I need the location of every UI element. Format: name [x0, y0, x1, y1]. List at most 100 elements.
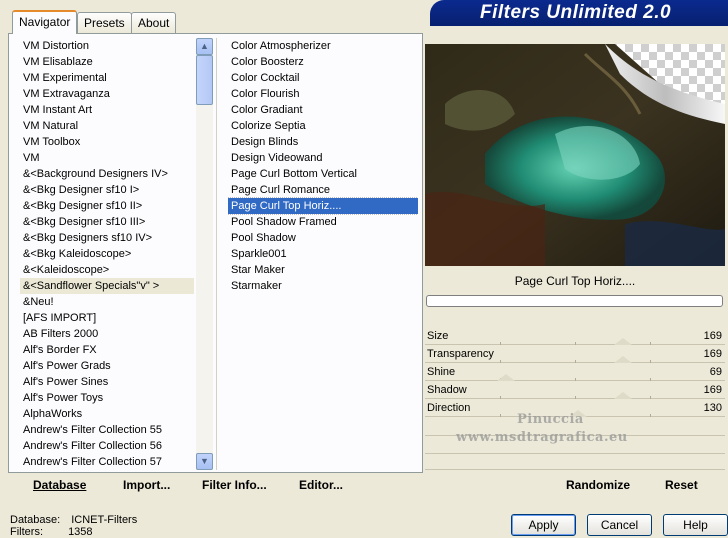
filter-info-button-label: Filter Info...	[202, 478, 267, 492]
category-item[interactable]: Andrew's Filter Collection 56	[20, 438, 194, 454]
category-item[interactable]: AB Filters 2000	[20, 326, 194, 342]
category-item[interactable]: [AFS IMPORT]	[20, 310, 194, 326]
database-button[interactable]: Database	[33, 478, 86, 492]
category-item[interactable]: VM Extravaganza	[20, 86, 194, 102]
editor-button[interactable]: Editor...	[299, 478, 343, 492]
slider-label: Direction	[427, 402, 471, 414]
category-item[interactable]: Andrew's Filter Collection 57	[20, 454, 194, 470]
status-filters: Filters: 1358	[10, 526, 93, 538]
filter-item[interactable]: Color Flourish	[228, 86, 418, 102]
watermark-line1: Pinuccia	[517, 412, 584, 427]
filter-info-button[interactable]: Filter Info...	[202, 478, 267, 492]
slider-label: Shine	[427, 366, 456, 378]
status-database-value: ICNET-Filters	[71, 514, 138, 526]
tab-presets[interactable]: Presets	[77, 12, 132, 33]
slider-shine[interactable]: Shine 69	[425, 363, 725, 381]
slider-value: 169	[703, 330, 722, 342]
preview-artwork	[425, 44, 725, 266]
filter-item[interactable]: Design Videowand	[228, 150, 418, 166]
category-item[interactable]: Alf's Power Toys	[20, 390, 194, 406]
slider-label: Shadow	[427, 384, 467, 396]
chevron-down-icon: ▼	[200, 456, 209, 466]
category-item[interactable]: &Neu!	[20, 294, 194, 310]
category-item[interactable]: VM Instant Art	[20, 102, 194, 118]
filter-item[interactable]: Pool Shadow	[228, 230, 418, 246]
help-button[interactable]: Help	[663, 514, 728, 536]
slider-label: Size	[427, 330, 449, 342]
category-item[interactable]: &<Kaleidoscope>	[20, 262, 194, 278]
filter-item[interactable]: Design Blinds	[228, 134, 418, 150]
slider-tick	[650, 414, 651, 417]
filter-item[interactable]: Color Atmospherizer	[228, 38, 418, 54]
slider-label: Transparency	[427, 348, 494, 360]
empty-slider-line	[425, 453, 725, 454]
cancel-button[interactable]: Cancel	[587, 514, 652, 536]
category-item[interactable]: &<Background Designers IV>	[20, 166, 194, 182]
tab-about[interactable]: About	[131, 12, 177, 33]
category-item[interactable]: VM Toolbox	[20, 134, 194, 150]
app-title: Filters Unlimited 2.0	[480, 2, 672, 23]
category-item[interactable]: &<Bkg Designer sf10 III>	[20, 214, 194, 230]
category-item[interactable]: &<Bkg Designer sf10 I>	[20, 182, 194, 198]
filter-item[interactable]: Color Gradiant	[228, 102, 418, 118]
category-item[interactable]: Alf's Power Sines	[20, 374, 194, 390]
category-item[interactable]: Andrew's Filter Collection 55	[20, 422, 194, 438]
reset-button[interactable]: Reset	[665, 478, 698, 492]
category-item[interactable]: VM Experimental	[20, 70, 194, 86]
slider-value: 69	[709, 366, 722, 378]
filter-item[interactable]: Page Curl Romance	[228, 182, 418, 198]
category-scrollbar[interactable]: ▲ ▼	[196, 38, 213, 470]
app-title-banner: Filters Unlimited 2.0	[430, 0, 728, 26]
filter-item[interactable]: Page Curl Top Horiz....	[228, 197, 418, 215]
tab-navigator[interactable]: Navigator	[12, 10, 78, 34]
progress-bar	[426, 295, 723, 307]
filter-preview-image	[425, 44, 725, 266]
slider-thumb[interactable]	[614, 356, 632, 363]
slider-size[interactable]: Size 169	[425, 327, 725, 345]
scroll-thumb[interactable]	[196, 55, 213, 105]
category-item[interactable]: &<Bkg Designers sf10 IV>	[20, 230, 194, 246]
category-item[interactable]: VM Distortion	[20, 38, 194, 54]
chevron-up-icon: ▲	[200, 41, 209, 51]
filter-item[interactable]: Sparkle001	[228, 246, 418, 262]
filter-item[interactable]: Color Boosterz	[228, 54, 418, 70]
empty-slider-line	[425, 469, 725, 470]
help-button-label: Help	[683, 518, 708, 532]
import-button[interactable]: Import...	[123, 478, 170, 492]
category-item[interactable]: VM	[20, 150, 194, 166]
scroll-down-button[interactable]: ▼	[196, 453, 213, 470]
slider-shadow[interactable]: Shadow 169	[425, 381, 725, 399]
category-item[interactable]: VM Elisablaze	[20, 54, 194, 70]
slider-tick	[500, 414, 501, 417]
slider-transparency[interactable]: Transparency 169	[425, 345, 725, 363]
tab-navigator-label: Navigator	[19, 15, 71, 29]
category-item[interactable]: AlphaWorks	[20, 406, 194, 422]
category-item[interactable]: &<Sandflower Specials"v" >	[20, 278, 194, 294]
category-item[interactable]: Alf's Power Grads	[20, 358, 194, 374]
randomize-button[interactable]: Randomize	[566, 478, 630, 492]
apply-button[interactable]: Apply	[511, 514, 576, 536]
watermark-line2: www.msdtragrafica.eu	[456, 430, 628, 445]
status-filters-value: 1358	[68, 526, 93, 538]
slider-thumb[interactable]	[614, 392, 632, 399]
filter-list[interactable]: Color Atmospherizer Color Boosterz Color C…	[228, 38, 418, 470]
scroll-up-button[interactable]: ▲	[196, 38, 213, 55]
category-item[interactable]: &<Bkg Designer sf10 II>	[20, 198, 194, 214]
filter-item[interactable]: Colorize Septia	[228, 118, 418, 134]
import-button-label: Import...	[123, 478, 171, 492]
category-list[interactable]: VM Distortion VM Elisablaze VM Experimenta…	[20, 38, 194, 470]
selected-filter-name: Page Curl Top Horiz....	[514, 274, 636, 288]
filter-item[interactable]: Page Curl Bottom Vertical	[228, 166, 418, 182]
filter-item[interactable]: Pool Shadow Framed	[228, 214, 418, 230]
filter-item[interactable]: Star Maker	[228, 262, 418, 278]
filter-item[interactable]: Color Cocktail	[228, 70, 418, 86]
category-item[interactable]: &<Bkg Kaleidoscope>	[20, 246, 194, 262]
category-item[interactable]: VM Natural	[20, 118, 194, 134]
slider-thumb[interactable]	[614, 338, 632, 345]
status-filters-label: Filters:	[10, 526, 43, 538]
category-item[interactable]: Alf's Border FX	[20, 342, 194, 358]
slider-thumb[interactable]	[497, 374, 515, 381]
editor-button-label: Editor...	[299, 478, 344, 492]
filter-item[interactable]: Starmaker	[228, 278, 418, 294]
status-database: Database: ICNET-Filters	[10, 514, 137, 526]
